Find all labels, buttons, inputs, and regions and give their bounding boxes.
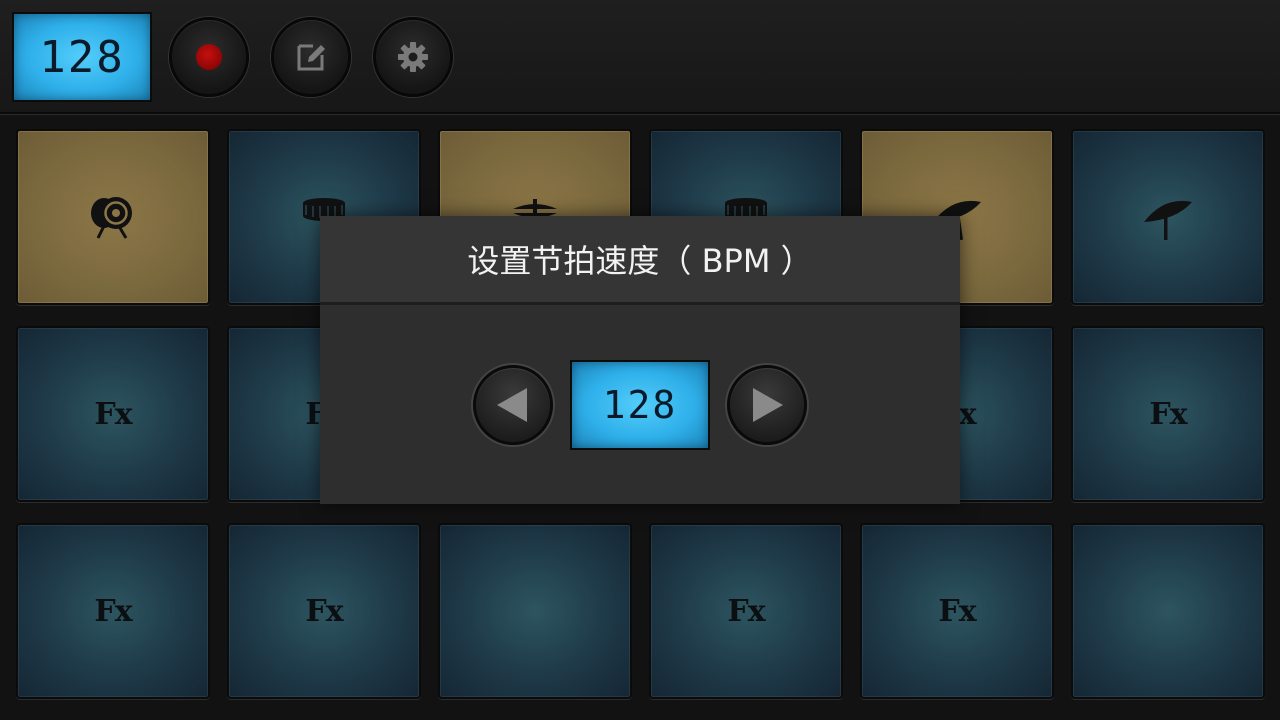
record-button[interactable] [169, 17, 249, 97]
fx-label: Fx [938, 593, 976, 629]
pad-fx[interactable]: Fx [227, 523, 421, 699]
bpm-decrease-button[interactable] [473, 365, 553, 445]
edit-icon [297, 44, 325, 71]
pad-empty[interactable] [1071, 523, 1265, 699]
bass-drum-icon [91, 197, 132, 239]
bpm-value-display: 128 [570, 360, 710, 450]
pad-bass-drum[interactable] [16, 129, 210, 305]
triangle-left-icon [497, 388, 527, 422]
settings-button[interactable] [373, 17, 453, 97]
gear-icon [398, 42, 428, 72]
fx-label: Fx [94, 593, 132, 629]
pad-fx[interactable]: Fx [649, 523, 843, 699]
triangle-right-icon [753, 388, 783, 422]
pad-fx[interactable]: Fx [16, 523, 210, 699]
ride-cymbal-icon [1144, 200, 1192, 240]
pad-fx[interactable]: Fx [16, 326, 210, 502]
pad-fx[interactable]: Fx [1071, 326, 1265, 502]
fx-label: Fx [305, 593, 343, 629]
edit-button[interactable] [271, 17, 351, 97]
fx-label: Fx [1149, 396, 1187, 432]
bpm-increase-button[interactable] [727, 365, 807, 445]
bpm-dialog: 设置节拍速度（ BPM ） 128 [320, 216, 960, 504]
fx-label: Fx [727, 593, 765, 629]
pad-fx[interactable]: Fx [860, 523, 1054, 699]
top-toolbar: 128 [0, 0, 1280, 114]
dialog-header: 设置节拍速度（ BPM ） [320, 216, 960, 305]
fx-label: Fx [94, 396, 132, 432]
dialog-title: 设置节拍速度（ BPM ） [467, 242, 813, 280]
record-icon [196, 44, 222, 70]
bpm-display[interactable]: 128 [12, 12, 152, 102]
pad-empty[interactable] [438, 523, 632, 699]
pad-ride-cymbal[interactable] [1071, 129, 1265, 305]
